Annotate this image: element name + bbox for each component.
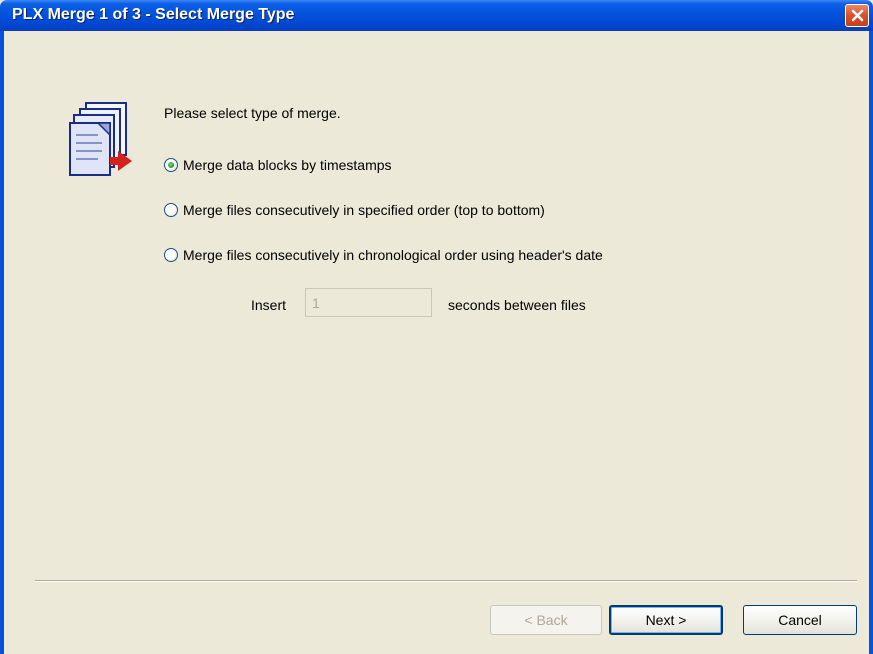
radio-button[interactable] [164, 203, 178, 217]
radio-button[interactable] [164, 248, 178, 262]
window-frame-right [869, 31, 873, 654]
option-merge-chronological-order[interactable]: Merge files consecutively in chronologic… [164, 247, 603, 263]
insert-label: Insert [251, 297, 287, 313]
back-button[interactable]: < Back [490, 605, 602, 635]
window-frame-left [0, 31, 4, 654]
cancel-button[interactable]: Cancel [743, 605, 857, 635]
seconds-between-files-label: seconds between files [448, 297, 586, 313]
next-button[interactable]: Next > [609, 605, 723, 635]
close-button[interactable] [845, 4, 869, 27]
merge-wizard-window: PLX Merge 1 of 3 - Select Merge Type Ple… [0, 0, 873, 654]
option-merge-specified-order[interactable]: Merge files consecutively in specified o… [164, 202, 545, 218]
option-label: Merge data blocks by timestamps [183, 157, 392, 173]
radio-button-checked[interactable] [164, 158, 178, 172]
merge-type-prompt: Please select type of merge. [164, 105, 341, 121]
close-icon [851, 9, 864, 22]
option-merge-by-timestamps[interactable]: Merge data blocks by timestamps [164, 157, 392, 173]
option-label: Merge files consecutively in chronologic… [183, 247, 603, 263]
title-bar[interactable]: PLX Merge 1 of 3 - Select Merge Type [0, 0, 873, 31]
button-separator [35, 580, 857, 582]
merge-files-icon [69, 102, 132, 176]
option-label: Merge files consecutively in specified o… [183, 202, 545, 218]
window-title: PLX Merge 1 of 3 - Select Merge Type [12, 6, 295, 23]
seconds-between-files-input[interactable] [305, 288, 432, 317]
